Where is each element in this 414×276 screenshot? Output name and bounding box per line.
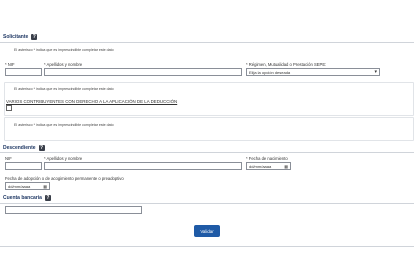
calendar-icon[interactable]: ▦ (284, 164, 288, 169)
desc-apellidos-label: * Apellidos y nombre (44, 156, 83, 161)
fecha-nacimiento-input[interactable]: dd/mm/aaaa ▦ (246, 162, 291, 170)
descendiente-label: Descendiente (3, 145, 36, 151)
cuenta-title: Cuenta bancaria ? (3, 195, 51, 201)
varios-contribuyentes-checkbox[interactable] (6, 105, 12, 111)
descendiente-title: Descendiente ? (3, 145, 45, 151)
solicitante-title: Solicitante ? (3, 34, 38, 40)
panel-required-note-2: El asterisco * indica que es imprescindi… (14, 123, 114, 127)
fecha-adopcion-label: Fecha de adopción o de acogimiento perma… (5, 176, 124, 181)
regimen-select-value: Elija la opción deseada (249, 69, 291, 75)
nif-input[interactable] (5, 68, 42, 76)
regimen-select[interactable]: Elija la opción deseada (246, 68, 380, 76)
help-icon[interactable]: ? (31, 34, 38, 40)
required-note-panel (4, 117, 414, 141)
cuenta-bancaria-input[interactable] (5, 206, 142, 214)
fecha-adopcion-input[interactable]: dd/mm/aaaa ▦ (5, 182, 50, 190)
divider (0, 246, 414, 247)
required-note: El asterisco * indica que es imprescindi… (14, 48, 114, 52)
solicitante-label: Solicitante (3, 34, 29, 40)
calendar-icon[interactable]: ▦ (43, 184, 47, 189)
apellidos-input[interactable] (44, 68, 242, 76)
nif-label: * NIF (5, 62, 15, 67)
fecha-adopcion-placeholder: dd/mm/aaaa (8, 183, 31, 189)
desc-nif-label: NIF (5, 156, 12, 161)
fecha-nacimiento-label: * Fecha de nacimiento (246, 156, 288, 161)
desc-nif-input[interactable] (5, 162, 42, 170)
validar-button[interactable]: Validar (194, 225, 220, 237)
varios-contribuyentes-label[interactable]: VARIOS CONTRIBUYENTES CON DERECHO A LA A… (6, 99, 177, 104)
divider (0, 152, 414, 153)
fecha-nacimiento-placeholder: dd/mm/aaaa (249, 163, 272, 169)
panel-required-note: El asterisco * indica que es imprescindi… (14, 87, 114, 91)
divider (0, 203, 414, 204)
help-icon[interactable]: ? (44, 195, 51, 201)
apellidos-label: * Apellidos y nombre (44, 62, 83, 67)
divider (0, 42, 414, 43)
cuenta-label: Cuenta bancaria (3, 195, 42, 201)
help-icon[interactable]: ? (38, 145, 45, 151)
desc-apellidos-input[interactable] (44, 162, 242, 170)
regimen-label: * Régimen, Mutualidad o Prestación SEPE: (246, 62, 327, 67)
